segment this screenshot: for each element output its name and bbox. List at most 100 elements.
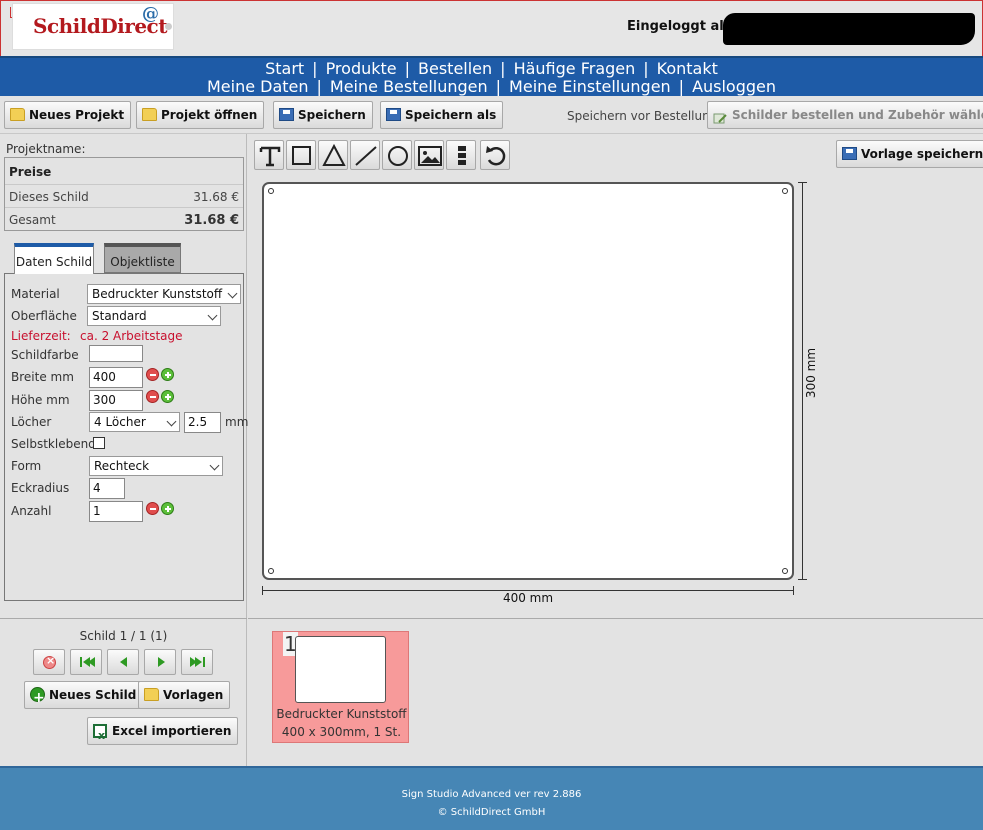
excel-icon (93, 723, 107, 749)
nav-faq[interactable]: Häufige Fragen (514, 59, 636, 78)
first-icon (88, 657, 95, 667)
decrease-count-icon[interactable] (146, 502, 159, 515)
decrease-height-icon[interactable] (146, 390, 159, 403)
nav-separator: | (678, 77, 685, 96)
holes-value: 4 Löcher (94, 415, 146, 429)
header: SchildDirect @ Eingeloggt als (0, 0, 983, 56)
last-icon-bar (203, 657, 205, 667)
copyright-text: © SchildDirect GmbH (437, 807, 546, 818)
previous-icon (120, 657, 127, 667)
count-value: 1 (93, 504, 101, 518)
excel-import-button[interactable]: Excel importieren (87, 717, 239, 749)
chevron-down-icon (227, 288, 238, 299)
width-input[interactable]: 400 (89, 367, 143, 388)
chevron-down-icon (209, 460, 220, 471)
nav-start[interactable]: Start (265, 59, 304, 78)
selfadhesive-checkbox[interactable] (93, 437, 105, 449)
nav-produkte[interactable]: Produkte (326, 59, 397, 78)
new-sign-label: Neues Schild (49, 688, 137, 702)
holes-select[interactable]: 4 Löcher (89, 412, 180, 432)
hole-size-value: 2.5 (188, 415, 208, 429)
order-signs-button[interactable]: Schilder bestellen und Zubehör wählen (707, 101, 983, 129)
save-as-button[interactable]: Speichern als (380, 101, 504, 129)
sign-navigation: Schild 1 / 1 (1) Neues Schild Vorlagen (0, 618, 247, 766)
increase-height-icon[interactable] (161, 390, 174, 403)
open-project-label: Projekt öffnen (161, 108, 258, 122)
increase-count-icon[interactable] (161, 502, 174, 515)
circle-tool-icon[interactable] (382, 140, 412, 170)
text-tool-icon[interactable] (254, 140, 284, 170)
save-template-button[interactable]: Vorlage speichern (836, 140, 983, 168)
surface-value: Standard (92, 309, 147, 323)
excel-import-label: Excel importieren (112, 724, 232, 738)
sign-canvas[interactable] (262, 182, 794, 580)
increase-width-icon[interactable] (161, 368, 174, 381)
folder-icon (10, 108, 25, 121)
count-input[interactable]: 1 (89, 501, 143, 522)
open-project-button[interactable]: Projekt öffnen (136, 101, 265, 129)
corner-radius-input[interactable]: 4 (89, 478, 125, 499)
sign-thumbnail[interactable]: 1 Bedruckter Kunststoff 400 x 300mm, 1 S… (272, 631, 409, 743)
new-sign-button[interactable]: Neues Schild (24, 681, 144, 711)
nav-meine-bestellungen[interactable]: Meine Bestellungen (330, 77, 488, 96)
previous-sign-button[interactable] (107, 649, 139, 675)
nav-row-2: Meine Daten | Meine Bestellungen | Meine Ein… (0, 77, 983, 96)
selfadhesive-label: Selbstklebend (11, 437, 96, 451)
logo[interactable]: SchildDirect @ (12, 3, 174, 50)
save-as-label: Speichern als (405, 108, 497, 122)
mounting-hole (268, 568, 274, 574)
nav-meine-daten[interactable]: Meine Daten (207, 77, 309, 96)
templates-button[interactable]: Vorlagen (138, 681, 231, 709)
nav-separator: | (495, 77, 502, 96)
material-value: Bedruckter Kunststoff (92, 287, 223, 301)
sign-thumbnail-strip: 1 Bedruckter Kunststoff 400 x 300mm, 1 S… (248, 618, 983, 766)
prices-box: Preise Dieses Schild 31.68 € Gesamt 31.6… (4, 157, 244, 231)
nav-ausloggen[interactable]: Ausloggen (692, 77, 776, 96)
chevron-down-icon (166, 416, 177, 427)
material-select[interactable]: Bedruckter Kunststoff (87, 284, 241, 304)
save-button[interactable]: Speichern (273, 101, 373, 129)
height-dimension-line (798, 182, 807, 580)
tab-objektliste[interactable]: Objektliste (104, 243, 181, 273)
decrease-width-icon[interactable] (146, 368, 159, 381)
width-dimension-label: 400 mm (502, 591, 554, 605)
mounting-hole (268, 188, 274, 194)
nav-kontakt[interactable]: Kontakt (657, 59, 718, 78)
left-panel: Projektname: Preise Dieses Schild 31.68 … (0, 134, 249, 766)
next-sign-button[interactable] (144, 649, 176, 675)
price-row-total: Gesamt 31.68 € (5, 207, 243, 229)
nav-bestellen[interactable]: Bestellen (418, 59, 492, 78)
new-project-label: Neues Projekt (29, 108, 125, 122)
nav-separator: | (404, 59, 411, 78)
surface-select[interactable]: Standard (87, 306, 221, 326)
next-icon (158, 657, 165, 667)
layers-tool-icon[interactable] (446, 140, 476, 170)
nav-separator: | (312, 59, 318, 78)
nav-meine-einstellungen[interactable]: Meine Einstellungen (509, 77, 671, 96)
prices-title: Preise (9, 165, 52, 179)
delete-sign-button[interactable] (33, 649, 65, 675)
line-tool-icon[interactable] (350, 140, 380, 170)
image-tool-icon[interactable] (414, 140, 444, 170)
last-sign-button[interactable] (181, 649, 213, 675)
surface-label: Oberfläche (11, 309, 77, 323)
rectangle-tool-icon[interactable] (286, 140, 316, 170)
login-label: Eingeloggt als (627, 19, 732, 34)
triangle-tool-icon[interactable] (318, 140, 348, 170)
width-value: 400 (93, 370, 116, 384)
tab-daten-schild[interactable]: Daten Schild (14, 243, 94, 274)
floppy-disk-icon (386, 108, 401, 121)
thumbnail-size: 400 x 300mm, 1 St. (281, 725, 402, 739)
floppy-disk-icon (279, 108, 294, 121)
first-sign-button[interactable] (70, 649, 102, 675)
nav-row-1: Start | Produkte | Bestellen | Häufige Fragen |… (0, 59, 983, 78)
new-project-button[interactable]: Neues Projekt (4, 101, 132, 129)
logo-dot (165, 23, 172, 30)
shape-select[interactable]: Rechteck (89, 456, 223, 476)
order-signs-label: Schilder bestellen und Zubehör wählen (732, 108, 983, 122)
hole-size-input[interactable]: 2.5 (184, 412, 221, 433)
hole-unit-label: mm (225, 415, 249, 429)
undo-icon[interactable] (480, 140, 510, 170)
color-picker[interactable] (89, 345, 143, 362)
height-input[interactable]: 300 (89, 390, 143, 411)
